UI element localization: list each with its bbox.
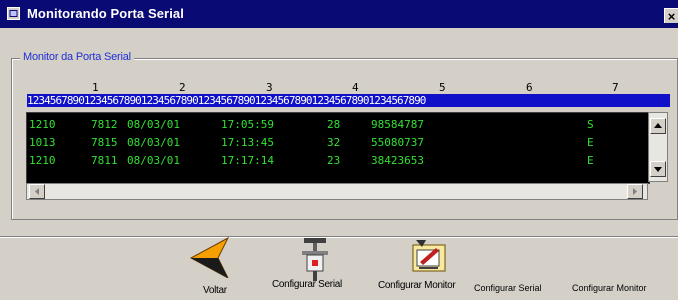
close-button[interactable]: × (664, 8, 678, 24)
config-monitor-button[interactable] (408, 236, 450, 286)
record-field: 7811 (91, 154, 118, 167)
record-field: 7815 (91, 136, 118, 149)
record-field: 55080737 (371, 136, 424, 149)
list-item[interactable]: 1210 7811 08/03/01 17:17:14 23 38423653 … (27, 154, 649, 168)
serial-output-list[interactable]: 1210 7812 08/03/01 17:05:59 28 98584787 … (26, 112, 650, 184)
status-hint-monitor: Configurar Monitor (572, 283, 647, 293)
record-time: 17:05:59 (221, 118, 274, 131)
chevron-down-icon (654, 167, 662, 172)
scroll-left-button[interactable] (29, 184, 45, 199)
record-flag: E (587, 136, 594, 149)
group-label: Monitor da Porta Serial (20, 51, 134, 63)
chevron-up-icon (654, 123, 662, 128)
record-time: 17:13:45 (221, 136, 274, 149)
record-date: 08/03/01 (127, 136, 180, 149)
window-app-icon (7, 7, 20, 20)
record-date: 08/03/01 (127, 154, 180, 167)
close-icon: × (667, 9, 676, 24)
chevron-right-icon (633, 188, 637, 195)
record-date: 08/03/01 (127, 118, 180, 131)
scroll-down-button[interactable] (650, 161, 666, 177)
serial-connector-icon (302, 238, 328, 281)
ruler-ten-mark: 4 (352, 81, 359, 94)
window-title: Monitorando Porta Serial (27, 6, 184, 21)
record-field: 1210 (29, 118, 56, 131)
arrow-left-icon (189, 236, 230, 280)
ruler-ten-mark: 1 (92, 81, 99, 94)
record-field: 1210 (29, 154, 56, 167)
scroll-right-button[interactable] (627, 184, 643, 199)
toolbar-divider (0, 236, 678, 238)
ruler-ten-mark: 6 (526, 81, 533, 94)
scroll-up-button[interactable] (650, 118, 666, 134)
ruler-ten-mark: 2 (179, 81, 186, 94)
monitor-settings-icon (412, 240, 446, 272)
list-item[interactable]: 1013 7815 08/03/01 17:13:45 32 55080737 … (27, 136, 649, 150)
list-item[interactable]: 1210 7812 08/03/01 17:05:59 28 98584787 … (27, 118, 649, 132)
record-flag: E (587, 154, 594, 167)
ruler-ten-mark: 5 (439, 81, 446, 94)
config-serial-label: Configurar Serial (272, 279, 342, 290)
ruler-digits: 1234567890123456789012345678901234567890… (27, 94, 670, 107)
record-field: 98584787 (371, 118, 424, 131)
record-field: 1013 (29, 136, 56, 149)
chevron-left-icon (35, 188, 39, 195)
title-bar: Monitorando Porta Serial × (0, 0, 678, 28)
vertical-scrollbar[interactable] (648, 112, 668, 182)
ruler-tens: 1 2 3 4 5 6 7 (28, 81, 668, 94)
record-field: 38423653 (371, 154, 424, 167)
record-field: 7812 (91, 118, 118, 131)
status-bar: Configurar Serial Configurar Monitor (0, 283, 678, 300)
ruler-ten-mark: 7 (612, 81, 619, 94)
ruler-ten-mark: 3 (266, 81, 273, 94)
record-flag: S (587, 118, 594, 131)
status-hint-serial: Configurar Serial (474, 283, 542, 293)
record-field: 28 (327, 118, 341, 131)
record-field: 32 (327, 136, 341, 149)
horizontal-scrollbar[interactable] (26, 183, 648, 200)
record-time: 17:17:14 (221, 154, 274, 167)
back-button[interactable] (186, 236, 236, 286)
record-field: 23 (327, 154, 341, 167)
